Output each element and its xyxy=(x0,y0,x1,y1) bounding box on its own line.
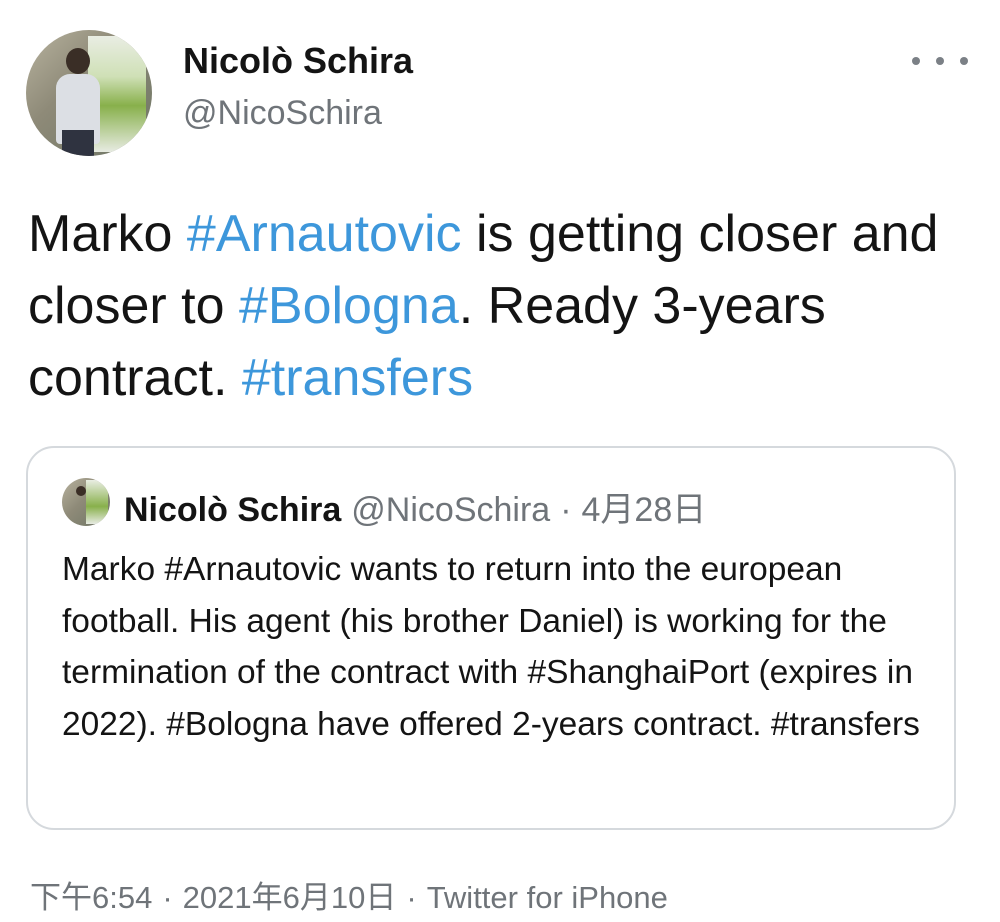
quoted-author-handle: @NicoSchira xyxy=(351,491,551,529)
quoted-tweet-text: Marko #Arnautovic wants to return into t… xyxy=(62,551,920,743)
hashtag-link[interactable]: #Bologna xyxy=(239,277,459,335)
quoted-date: 4月28日 xyxy=(581,491,707,529)
quoted-tweet-header: Nicolò Schira @NicoSchira · 4月28日 xyxy=(124,482,706,531)
more-horizontal-icon[interactable] xyxy=(912,46,968,76)
hashtag-link[interactable]: #transfers xyxy=(242,349,473,407)
quoted-avatar-head xyxy=(76,486,86,496)
tweet-time[interactable]: 下午6:54 xyxy=(30,880,152,915)
more-dot xyxy=(960,57,968,65)
tweet-source[interactable]: Twitter for iPhone xyxy=(427,880,668,915)
tweet-meta: 下午6:54 · 2021年6月10日 · Twitter for iPhone xyxy=(30,872,668,917)
quoted-avatar xyxy=(62,478,110,526)
author-name[interactable]: Nicolò Schira xyxy=(183,40,413,82)
avatar-person-head xyxy=(66,48,90,74)
hashtag-link[interactable]: #Arnautovic xyxy=(187,205,462,263)
avatar[interactable] xyxy=(26,30,152,156)
more-dot xyxy=(912,57,920,65)
quoted-tweet-card[interactable]: Nicolò Schira @NicoSchira · 4月28日 Marko #Ar… xyxy=(26,446,956,830)
meta-separator: · xyxy=(162,880,173,915)
tweet-date[interactable]: 2021年6月10日 xyxy=(183,880,397,915)
author-handle[interactable]: @NicoSchira xyxy=(183,94,382,133)
tweet-text-segment: Marko xyxy=(28,205,187,263)
more-dot xyxy=(936,57,944,65)
tweet-text: Marko #Arnautovic is getting closer and … xyxy=(28,198,976,414)
quoted-separator: · xyxy=(560,491,572,529)
meta-separator: · xyxy=(406,880,417,915)
quoted-avatar-banner xyxy=(86,480,108,524)
quoted-author-name: Nicolò Schira xyxy=(124,491,342,529)
avatar-person-legs xyxy=(62,130,94,156)
